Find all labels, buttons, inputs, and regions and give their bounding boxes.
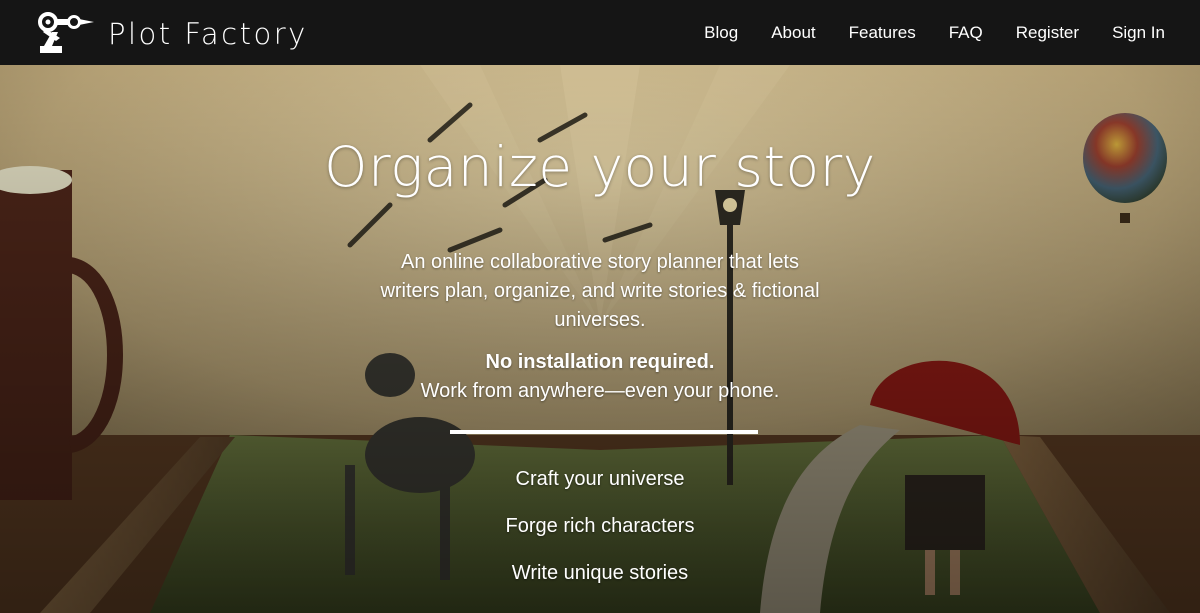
hero-description: An online collaborative story planner th… <box>380 251 820 331</box>
hero-content: Organize your story An online collaborat… <box>0 65 1200 613</box>
nav-menu: Blog About Features FAQ Register Sign In <box>704 23 1165 43</box>
hero-title: Organize your story <box>324 135 876 199</box>
nav-link-about[interactable]: About <box>771 23 815 43</box>
nav-link-register[interactable]: Register <box>1016 23 1079 43</box>
brand-name: Plot Factory <box>108 16 308 51</box>
feature-item-stories: Write unique stories <box>511 562 689 584</box>
nav-link-features[interactable]: Features <box>849 23 916 43</box>
feature-item-universe: Craft your universe <box>515 468 685 490</box>
feature-list: Craft your universe Forge rich character… <box>0 468 1200 609</box>
nav-link-blog[interactable]: Blog <box>704 23 738 43</box>
robot-arm-pen-icon <box>38 11 94 53</box>
nav-link-faq[interactable]: FAQ <box>949 23 983 43</box>
hero-section: Organize your story An online collaborat… <box>0 65 1200 613</box>
top-navbar: Plot Factory Blog About Features FAQ Reg… <box>0 0 1200 65</box>
hero-divider <box>450 430 758 434</box>
feature-item-characters: Forge rich characters <box>505 515 695 537</box>
hero-work-anywhere-text: Work from anywhere—even your phone. <box>420 380 780 402</box>
brand-link[interactable]: Plot Factory <box>36 10 308 56</box>
hero-no-install-text: No installation required. <box>485 351 715 373</box>
nav-link-sign-in[interactable]: Sign In <box>1112 23 1165 43</box>
